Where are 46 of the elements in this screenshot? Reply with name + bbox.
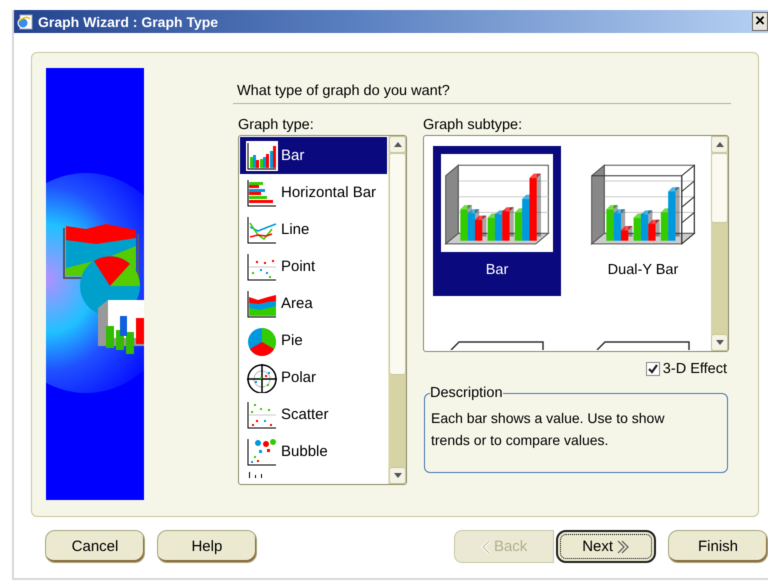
graph-type-item[interactable]: Polar	[240, 359, 387, 396]
close-button[interactable]: ×	[752, 12, 768, 31]
graph-type-item[interactable]: Horizontal Bar	[240, 174, 387, 211]
app-icon	[16, 12, 34, 30]
point-chart-icon	[246, 252, 278, 282]
bubble-chart-icon	[246, 436, 278, 466]
graph-type-item[interactable]: Point	[240, 248, 387, 285]
caret-up-icon	[394, 142, 402, 147]
caret-down-icon	[716, 340, 724, 345]
polar-chart-icon	[246, 362, 278, 392]
question-text: What type of graph do you want?	[233, 83, 731, 104]
plain-button[interactable]: Finish	[668, 530, 768, 563]
scrollbar[interactable]	[388, 136, 406, 484]
scroll-up-button[interactable]	[711, 136, 728, 153]
checkbox[interactable]	[646, 362, 660, 376]
graph-type-item[interactable]: Pie	[240, 322, 387, 359]
graph-type-item[interactable]: Scatter	[240, 396, 387, 433]
scroll-down-button[interactable]	[711, 334, 728, 351]
scroll-up-button[interactable]	[389, 136, 406, 153]
scatter-plot-icon	[246, 400, 278, 430]
window-title: Graph Wizard : Graph Type	[38, 14, 220, 30]
graph-type-item[interactable]: Area	[240, 285, 387, 322]
group-title: Description	[430, 385, 503, 401]
plain-button[interactable]: Cancel	[45, 530, 145, 563]
chevron-left-icon	[480, 540, 491, 554]
area-chart-icon	[246, 288, 278, 318]
graph-subtype-label: Graph subtype:	[423, 117, 524, 133]
bar-chart-icon	[246, 140, 278, 170]
graph-type-item[interactable]: Bar	[240, 137, 387, 174]
caret-down-icon	[394, 473, 402, 478]
checkbox-label[interactable]: 3-D Effect	[662, 361, 727, 377]
caret-up-icon	[716, 142, 724, 147]
chevron-right-icon	[616, 540, 630, 554]
horizontal-bar-chart-icon	[246, 178, 278, 208]
graph-type-item[interactable]: Bubble	[240, 433, 387, 470]
scrollbar[interactable]	[711, 136, 728, 351]
description-text: Each bar shows a value. Use to show trends or to compare values.	[431, 409, 666, 450]
graph-type-label: Graph type:	[238, 117, 315, 133]
line-chart-icon	[246, 214, 278, 244]
scroll-down-button[interactable]	[389, 467, 406, 484]
graph-type-item[interactable]: Line	[240, 211, 387, 248]
next-button[interactable]: Next	[556, 530, 656, 563]
pie-chart-icon	[246, 326, 278, 356]
subtype-tile[interactable]: Bar	[433, 146, 561, 296]
chart-icon	[249, 472, 262, 478]
plain-button[interactable]: Help	[156, 530, 257, 563]
